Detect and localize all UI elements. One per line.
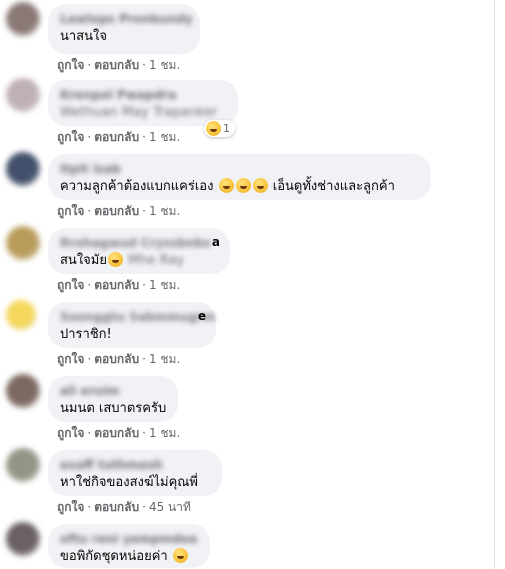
commenter-name-text: Rrohagwud Cryssbnbs bbox=[60, 236, 211, 250]
separator: · bbox=[87, 352, 92, 366]
comment-timestamp[interactable]: 1 ชม. bbox=[149, 204, 180, 218]
comment-text: นาสนใจ bbox=[60, 29, 107, 44]
commenter-name[interactable]: ali eruim bbox=[60, 383, 166, 399]
comment-timestamp[interactable]: 1 ชม. bbox=[149, 426, 180, 440]
rolling-laughing-emoji-icon bbox=[172, 548, 188, 563]
like-button[interactable]: ถูกใจ bbox=[57, 352, 84, 366]
commenter-name[interactable]: Soonggtu Sabmmugrm bbox=[60, 309, 215, 325]
comment-bubble: exaff tuthmesh หาใช่กิจของสงฆ์ไม่คุณพี่ bbox=[48, 450, 222, 496]
reply-button[interactable]: ตอบกลับ bbox=[94, 500, 139, 514]
commenter-name[interactable]: Rrohagwud Cryssbnbs bbox=[60, 235, 218, 251]
separator: · bbox=[142, 204, 146, 218]
commenter-name[interactable]: Itpit isab bbox=[60, 161, 419, 177]
like-button[interactable]: ถูกใจ bbox=[57, 278, 84, 292]
separator: · bbox=[142, 278, 146, 292]
comment-text: ขอพิกัดชุดหน่อยค่า bbox=[60, 547, 198, 566]
comment-bubble: ali eruim นมนต เสบาตรครับ bbox=[48, 376, 178, 422]
name-suffix: a bbox=[211, 235, 220, 249]
reaction-badge[interactable]: 1 bbox=[204, 120, 235, 137]
rolling-laughing-emoji-icon bbox=[107, 252, 123, 267]
comment-bubble: Lawlops Pronbundy นาสนใจ bbox=[48, 4, 200, 54]
avatar[interactable] bbox=[6, 448, 40, 482]
like-button[interactable]: ถูกใจ bbox=[57, 426, 84, 440]
reply-button[interactable]: ตอบกลับ bbox=[94, 278, 139, 292]
avatar[interactable] bbox=[6, 2, 40, 36]
comment-actions: ถูกใจ · ตอบกลับ · 1 ชม. bbox=[57, 57, 180, 73]
commenter-name[interactable]: oftu reni yempmdoa bbox=[60, 531, 198, 547]
commenter-name[interactable]: exaff tuthmesh bbox=[60, 457, 210, 473]
laughing-emoji-icon bbox=[206, 121, 221, 136]
separator: · bbox=[87, 500, 92, 514]
commenter-name[interactable]: Krenpol Pwapdra bbox=[60, 87, 226, 103]
like-button[interactable]: ถูกใจ bbox=[57, 58, 84, 72]
comment-actions: ถูกใจ · ตอบกลับ · 45 นาที bbox=[57, 499, 191, 515]
comment-bubble: Rrohagwud Cryssbnbs a สนใจมัย Mhe Ray bbox=[48, 228, 230, 274]
comment-bubble: Soonggtu Sabmmugrm e ปาราชิก! bbox=[48, 302, 216, 348]
reply-button[interactable]: ตอบกลับ bbox=[94, 130, 139, 144]
scrollbar-track[interactable] bbox=[494, 0, 495, 569]
avatar[interactable] bbox=[6, 152, 40, 186]
comment-text: Wethuan May Trapanker bbox=[60, 105, 218, 120]
commenter-name[interactable]: Lawlops Pronbundy bbox=[60, 11, 193, 27]
comment-text-part: เอ็นดูทั้งช่างและลูกค้า bbox=[272, 179, 395, 194]
comment-actions: ถูกใจ · ตอบกลับ · 1 ชม. bbox=[57, 277, 180, 293]
avatar[interactable] bbox=[6, 300, 36, 330]
grinning-squinting-emoji-icon bbox=[218, 178, 234, 193]
name-suffix: e bbox=[197, 309, 206, 323]
avatar[interactable] bbox=[6, 522, 40, 556]
reply-button[interactable]: ตอบกลับ bbox=[94, 426, 139, 440]
comment-timestamp[interactable]: 1 ชม. bbox=[149, 58, 180, 72]
separator: · bbox=[87, 278, 92, 292]
comment-text-part: ขอพิกัดชุดหน่อยค่า bbox=[60, 549, 168, 564]
separator: · bbox=[87, 204, 92, 218]
mention-tag[interactable]: Mhe Ray bbox=[128, 253, 184, 268]
grinning-squinting-emoji-icon bbox=[235, 178, 251, 193]
like-button[interactable]: ถูกใจ bbox=[57, 500, 84, 514]
separator: · bbox=[142, 426, 146, 440]
comment-bubble: oftu reni yempmdoa ขอพิกัดชุดหน่อยค่า bbox=[48, 524, 210, 568]
comment-timestamp[interactable]: 1 ชม. bbox=[149, 352, 180, 366]
avatar[interactable] bbox=[6, 78, 40, 112]
grinning-squinting-emoji-icon bbox=[252, 178, 268, 193]
reply-button[interactable]: ตอบกลับ bbox=[94, 352, 139, 366]
separator: · bbox=[142, 500, 146, 514]
comment-text-part: สนใจมัย bbox=[60, 253, 107, 268]
separator: · bbox=[87, 130, 92, 144]
comment-text: หาใช่กิจของสงฆ์ไม่คุณพี่ bbox=[60, 475, 198, 490]
avatar[interactable] bbox=[6, 226, 40, 260]
comment-actions: ถูกใจ · ตอบกลับ · 1 ชม. bbox=[57, 203, 180, 219]
comment-actions: ถูกใจ · ตอบกลับ · 1 ชม. bbox=[57, 351, 180, 367]
separator: · bbox=[142, 58, 146, 72]
like-button[interactable]: ถูกใจ bbox=[57, 204, 84, 218]
comment-bubble: Itpit isab ความลูกค้าต้องแบกแคร่เอง เอ็น… bbox=[48, 154, 431, 200]
reply-button[interactable]: ตอบกลับ bbox=[94, 58, 139, 72]
comment-text: ปาราชิก! bbox=[60, 327, 112, 342]
like-button[interactable]: ถูกใจ bbox=[57, 130, 84, 144]
reply-button[interactable]: ตอบกลับ bbox=[94, 204, 139, 218]
comment-thread: Lawlops Pronbundy นาสนใจ ถูกใจ · ตอบกลับ · 1… bbox=[0, 0, 490, 569]
comment-timestamp[interactable]: 1 ชม. bbox=[149, 130, 180, 144]
comment-text: ความลูกค้าต้องแบกแคร่เอง เอ็นดูทั้งช่างแ… bbox=[60, 177, 419, 196]
comment-text-part: ความลูกค้าต้องแบกแคร่เอง bbox=[60, 179, 214, 194]
commenter-name-text: Soonggtu Sabmmugrm bbox=[60, 310, 216, 324]
separator: · bbox=[142, 352, 146, 366]
comment-text: นมนต เสบาตรครับ bbox=[60, 401, 167, 416]
comment-actions: ถูกใจ · ตอบกลับ · 1 ชม. bbox=[57, 425, 180, 441]
comment-actions: ถูกใจ · ตอบกลับ · 1 ชม. bbox=[57, 129, 180, 145]
separator: · bbox=[87, 426, 92, 440]
comment-text: สนใจมัย Mhe Ray bbox=[60, 251, 218, 270]
separator: · bbox=[87, 58, 92, 72]
comment-bubble: Krenpol Pwapdra Wethuan May Trapanker bbox=[48, 80, 238, 126]
separator: · bbox=[142, 130, 146, 144]
avatar[interactable] bbox=[6, 374, 40, 408]
reaction-count: 1 bbox=[223, 122, 230, 135]
comment-timestamp[interactable]: 1 ชม. bbox=[149, 278, 180, 292]
comment-timestamp[interactable]: 45 นาที bbox=[149, 500, 191, 514]
